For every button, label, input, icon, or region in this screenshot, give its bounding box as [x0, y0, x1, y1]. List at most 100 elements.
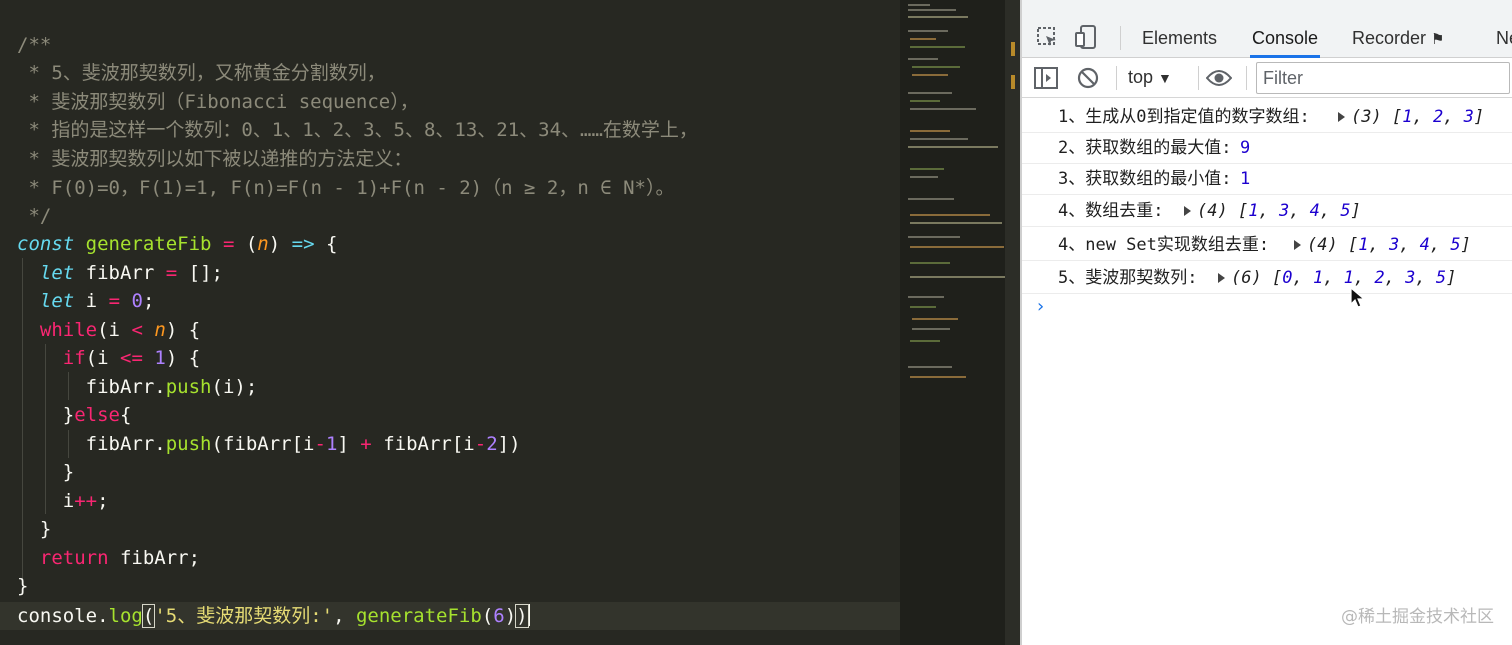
code-line-while: while(i < n) { — [39, 319, 201, 341]
code-editor[interactable]: /** * 5、斐波那契数列，又称黄金分割数列， * 斐波那契数列（Fibona… — [0, 0, 900, 645]
inspect-element-icon[interactable] — [1036, 26, 1060, 55]
keyword-if: if — [62, 347, 86, 369]
code-line-close-brace: } — [17, 575, 29, 597]
expand-triangle-icon[interactable] — [1218, 273, 1225, 283]
array-count: (4) — [1197, 201, 1228, 221]
divider — [1198, 66, 1199, 90]
array-count: (6) — [1231, 268, 1262, 288]
live-expression-eye-icon[interactable] — [1205, 68, 1233, 93]
editor-scrollbar[interactable] — [1005, 0, 1020, 645]
array-preview[interactable]: (4) [1, 3, 4, 5] — [1288, 229, 1471, 261]
comment-line: */ — [17, 205, 52, 227]
number-value: 1 — [1240, 169, 1251, 189]
var-fibarr: fibArr — [85, 376, 155, 398]
minimap-line — [908, 296, 944, 298]
console-prompt[interactable]: › — [1035, 296, 1046, 317]
clear-console-icon[interactable] — [1077, 67, 1099, 94]
divider — [1116, 66, 1117, 90]
minimap-line — [908, 198, 954, 200]
keyword-while: while — [39, 319, 98, 341]
comment-line: * 5、斐波那契数列，又称黄金分割数列， — [17, 62, 386, 84]
minimap-line — [912, 66, 960, 68]
filter-input[interactable] — [1256, 62, 1510, 94]
device-toolbar-icon[interactable] — [1074, 24, 1100, 55]
var-i: i — [85, 290, 98, 312]
minimap-line — [910, 276, 1005, 278]
minimap-line — [910, 340, 940, 342]
string-literal: '5、斐波那契数列:' — [154, 605, 334, 627]
array-item: 3 — [1463, 107, 1474, 127]
sidebar-toggle-icon[interactable] — [1034, 67, 1058, 94]
array-item: 3 — [1405, 268, 1416, 288]
minimap-line — [910, 214, 990, 216]
minimap-line — [908, 9, 956, 11]
tab-console[interactable]: Console — [1250, 0, 1321, 58]
tab-recorder[interactable]: Recorder ⚑ — [1352, 0, 1445, 58]
expand-triangle-icon[interactable] — [1184, 206, 1191, 216]
console-log-row: 2、获取数组的最大值: 9 — [1022, 132, 1512, 164]
keyword-else: else — [74, 404, 120, 426]
array-item: 3 — [1388, 235, 1400, 255]
keyword-const: const — [17, 233, 75, 255]
tab-network[interactable]: Ne — [1496, 0, 1512, 58]
array-item: 3 — [1278, 201, 1290, 221]
comment-line: * 指的是这样一个数列：0、1、1、2、3、5、8、13、21、34、……在数学… — [17, 119, 698, 141]
number-literal: 2 — [486, 433, 498, 455]
var-fibarr: fibArr — [119, 547, 189, 569]
log-label: 5、斐波那契数列: — [1058, 268, 1198, 288]
array-item: 0 — [1282, 268, 1293, 288]
minimap-line — [910, 130, 950, 132]
tab-elements[interactable]: Elements — [1142, 0, 1217, 58]
watermark: @稀土掘金技术社区 — [1341, 607, 1494, 627]
context-selector-value: top — [1128, 67, 1154, 87]
array-preview[interactable]: (3) [1, 2, 3] — [1332, 101, 1484, 133]
code-line-push-sum: fibArr.push(fibArr[i-1] + fibArr[i-2]) — [85, 433, 521, 455]
var-i: i — [222, 376, 235, 398]
var-i: i — [62, 490, 75, 512]
console-log-row: 3、获取数组的最小值: 1 — [1022, 163, 1512, 195]
minimap-line — [908, 236, 960, 238]
minimap-line — [910, 176, 938, 178]
var-i: i — [108, 319, 120, 341]
minimap-line — [908, 92, 952, 94]
log-label: 4、new Set实现数组去重: — [1058, 235, 1270, 255]
array-item: 1 — [1248, 201, 1259, 221]
minimap[interactable] — [900, 0, 1005, 645]
array-preview[interactable]: (4) [1, 3, 4, 5] — [1178, 195, 1361, 227]
mouse-pointer-icon — [1350, 286, 1366, 313]
array-count: (4) — [1307, 235, 1338, 255]
array-item: 2 — [1374, 268, 1385, 288]
console-log-row: 1、生成从0到指定值的数字数组: (3) [1, 2, 3] — [1022, 101, 1512, 133]
context-selector[interactable]: top ▼ — [1128, 67, 1172, 88]
minimap-line — [908, 366, 952, 368]
array-count: (3) — [1351, 107, 1382, 127]
minimap-line — [908, 4, 930, 6]
console-log-row: 4、数组去重: (4) [1, 3, 4, 5] — [1022, 195, 1512, 227]
array-preview[interactable]: (6) [0, 1, 1, 2, 3, 5] — [1212, 262, 1456, 294]
number-literal: 0 — [131, 290, 143, 312]
param-n: n — [257, 233, 269, 255]
expand-triangle-icon[interactable] — [1294, 240, 1301, 250]
function-name: generateFib — [85, 233, 212, 255]
expand-triangle-icon[interactable] — [1338, 112, 1345, 122]
param-n: n — [154, 319, 166, 341]
var-fibarr: fibArr — [85, 433, 155, 455]
console-toolbar: top ▼ — [1022, 58, 1512, 98]
code-line-function-decl: const generateFib = (n) => { — [17, 233, 338, 255]
minimap-line — [910, 246, 1004, 248]
devtools-panel: Elements Console Recorder ⚑ Ne top ▼ 1、生… — [1020, 0, 1512, 645]
number-literal: 6 — [493, 605, 505, 627]
keyword-let: let — [39, 262, 75, 284]
log-label: 3、获取数组的最小值: — [1058, 169, 1232, 189]
comment-line: * 斐波那契数列以如下被以递推的方法定义： — [17, 148, 413, 170]
minimap-line — [910, 38, 936, 40]
var-i: i — [97, 347, 109, 369]
array-item: 5 — [1435, 268, 1447, 288]
var-i: i — [303, 433, 315, 455]
minimap-line — [910, 108, 976, 110]
var-fibarr: fibArr — [222, 433, 292, 455]
minimap-line — [912, 328, 950, 330]
array-item: 1 — [1312, 268, 1324, 288]
devtools-tabbar: Elements Console Recorder ⚑ Ne — [1022, 0, 1512, 58]
comment-line: /** — [17, 34, 52, 56]
